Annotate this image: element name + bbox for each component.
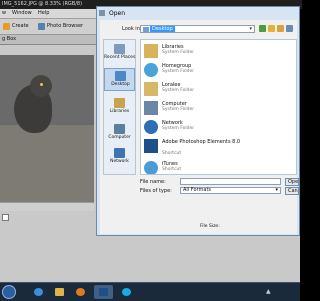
places-bar: Recent Places Desktop Libraries Computer… xyxy=(103,39,136,175)
list-item[interactable]: Homegroup System Folder xyxy=(143,61,203,80)
media-player-icon xyxy=(76,288,85,296)
libraries-icon xyxy=(114,98,125,108)
taskbar-app[interactable] xyxy=(94,285,113,299)
list-item[interactable]: Network System Folder xyxy=(143,118,203,137)
look-in-label: Look in: xyxy=(122,26,142,32)
bird-head xyxy=(30,75,52,97)
file-size-label: File Size: xyxy=(200,224,220,229)
create-icon xyxy=(3,23,10,30)
item-name: Adobe Photoshop Elements 8.0 xyxy=(162,139,241,145)
place-label: Computer xyxy=(108,135,131,140)
open-button[interactable]: Open xyxy=(285,178,299,186)
photo-browser-button[interactable]: Photo Browser xyxy=(38,22,83,31)
file-name-label: File name: xyxy=(140,179,166,185)
dialog-title: Open xyxy=(109,10,126,17)
menu-window[interactable]: Window xyxy=(12,9,32,18)
cancel-button[interactable]: Cancel xyxy=(285,187,299,195)
item-type: Shortcut xyxy=(162,151,182,156)
skype-icon xyxy=(122,288,131,296)
network-icon xyxy=(114,148,125,158)
list-item[interactable]: Libraries System Folder xyxy=(143,42,203,61)
item-type: System Folder xyxy=(162,126,195,131)
network-icon xyxy=(144,120,158,134)
place-desktop[interactable]: Desktop xyxy=(104,68,135,91)
start-orb[interactable] xyxy=(2,285,16,299)
place-recent-places[interactable]: Recent Places xyxy=(104,42,135,65)
panel-checkbox[interactable] xyxy=(2,214,9,221)
homegroup-icon xyxy=(144,63,158,77)
place-network[interactable]: Network xyxy=(104,146,135,169)
list-item[interactable]: iTunes Shortcut xyxy=(143,159,203,174)
item-type: System Folder xyxy=(162,107,195,112)
libraries-icon xyxy=(144,44,158,58)
taskbar-app[interactable] xyxy=(29,285,48,299)
chevron-down-icon: ▾ xyxy=(249,26,252,32)
explorer-icon xyxy=(55,288,64,296)
computer-icon xyxy=(114,124,125,134)
place-label: Desktop xyxy=(111,82,130,87)
look-in-value: Desktop xyxy=(150,26,175,32)
view-menu-icon[interactable] xyxy=(286,25,293,32)
tray-arrow-icon[interactable]: ▲ xyxy=(266,288,271,295)
photo-status-strip xyxy=(0,202,94,211)
photo-browser-icon xyxy=(38,23,45,30)
new-folder-icon[interactable] xyxy=(277,25,284,32)
item-type: System Folder xyxy=(162,88,195,93)
files-of-type-select[interactable]: All Formats ▾ xyxy=(180,187,281,194)
place-label: Libraries xyxy=(109,109,130,114)
taskbar: ▲ xyxy=(0,282,300,301)
back-icon[interactable] xyxy=(259,25,266,32)
photoshop-elements-icon xyxy=(99,288,108,296)
photo-browser-label: Photo Browser xyxy=(47,23,84,29)
list-item[interactable]: Computer System Folder xyxy=(143,99,203,118)
bird-eye xyxy=(40,83,43,86)
chevron-down-icon: ▾ xyxy=(275,187,278,193)
item-type: System Folder xyxy=(162,50,195,55)
files-of-type-value: All Formats xyxy=(183,187,212,193)
computer-icon xyxy=(144,101,158,115)
create-label: Create xyxy=(12,23,29,29)
desktop-folder-icon xyxy=(143,27,149,32)
place-label: Recent Places xyxy=(104,55,136,60)
create-button[interactable]: Create xyxy=(3,22,29,31)
menu-item[interactable]: w xyxy=(2,9,6,18)
open-dialog: Open Look in: Desktop ▾ Recent Places De… xyxy=(96,6,300,236)
photo-ground xyxy=(0,125,94,202)
dialog-title-icon xyxy=(99,10,105,16)
place-libraries[interactable]: Libraries xyxy=(104,96,135,119)
up-folder-icon[interactable] xyxy=(268,25,275,32)
taskbar-app[interactable] xyxy=(71,285,90,299)
dialog-body: Look in: Desktop ▾ Recent Places Desktop… xyxy=(100,20,299,234)
desktop-icon xyxy=(115,71,126,81)
place-label: Network xyxy=(110,159,129,164)
look-in-select[interactable]: Desktop ▾ xyxy=(140,25,255,33)
file-name-input[interactable] xyxy=(180,178,281,185)
file-list: Libraries System Folder Homegroup System… xyxy=(140,39,297,175)
menu-help[interactable]: Help xyxy=(38,9,49,18)
taskbar-app[interactable] xyxy=(50,285,69,299)
item-type: Shortcut xyxy=(162,167,182,172)
list-item[interactable]: Adobe Photoshop Elements 8.0 Shortcut xyxy=(143,137,240,159)
ie-icon xyxy=(34,288,43,296)
photoshop-elements-icon xyxy=(144,139,158,153)
taskbar-app[interactable] xyxy=(117,285,136,299)
user-folder-icon xyxy=(144,82,158,96)
list-item[interactable]: Loralee System Folder xyxy=(143,80,203,99)
files-of-type-label: Files of type: xyxy=(140,188,172,194)
photo-canvas xyxy=(0,55,94,202)
place-computer[interactable]: Computer xyxy=(104,122,135,145)
item-type: System Folder xyxy=(162,69,195,74)
itunes-icon xyxy=(144,161,158,174)
recent-places-icon xyxy=(114,44,125,54)
panel-tab[interactable]: g Box xyxy=(0,35,96,45)
